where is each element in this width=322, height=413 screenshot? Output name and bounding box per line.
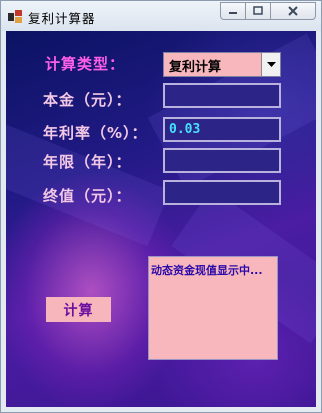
principal-input[interactable] — [163, 83, 281, 108]
final-value-input[interactable] — [163, 180, 281, 205]
rate-input[interactable]: 0.03 — [163, 117, 281, 142]
close-button[interactable] — [270, 2, 316, 20]
rate-label: 年利率（%）： — [43, 124, 148, 142]
close-icon — [288, 6, 298, 16]
principal-label: 本金（元）： — [43, 91, 132, 109]
window-title: 复利计算器 — [28, 11, 96, 26]
calculate-button[interactable]: 计算 — [46, 297, 111, 322]
final-value-label: 终值（元）： — [43, 187, 132, 205]
app-icon — [8, 10, 22, 23]
dropdown-button[interactable] — [261, 53, 280, 76]
dropdown-arrow-icon — [267, 62, 276, 67]
years-label: 年限（年）： — [43, 153, 132, 171]
client-area: 计算类型： 复利计算 本金（元）： 年利率（%）： 0.03 年限（年）： 终值… — [6, 31, 316, 407]
maximize-button[interactable] — [245, 2, 271, 20]
app-window: 复利计算器 计算类型： 复利计算 本金（元）： 年利率（%）： 0.03 年限（… — [0, 0, 322, 413]
minimize-button[interactable] — [220, 2, 246, 20]
result-text: 动态资金现值显示中... — [151, 264, 263, 277]
calc-type-value: 复利计算 — [169, 60, 222, 75]
maximize-icon — [253, 6, 263, 15]
title-bar[interactable]: 复利计算器 — [1, 1, 321, 31]
result-display: 动态资金现值显示中... — [148, 256, 278, 360]
rate-value: 0.03 — [169, 122, 201, 137]
calc-type-select[interactable]: 复利计算 — [163, 52, 281, 77]
calc-type-label: 计算类型： — [45, 55, 126, 73]
years-input[interactable] — [163, 148, 281, 173]
minimize-icon — [229, 12, 237, 14]
